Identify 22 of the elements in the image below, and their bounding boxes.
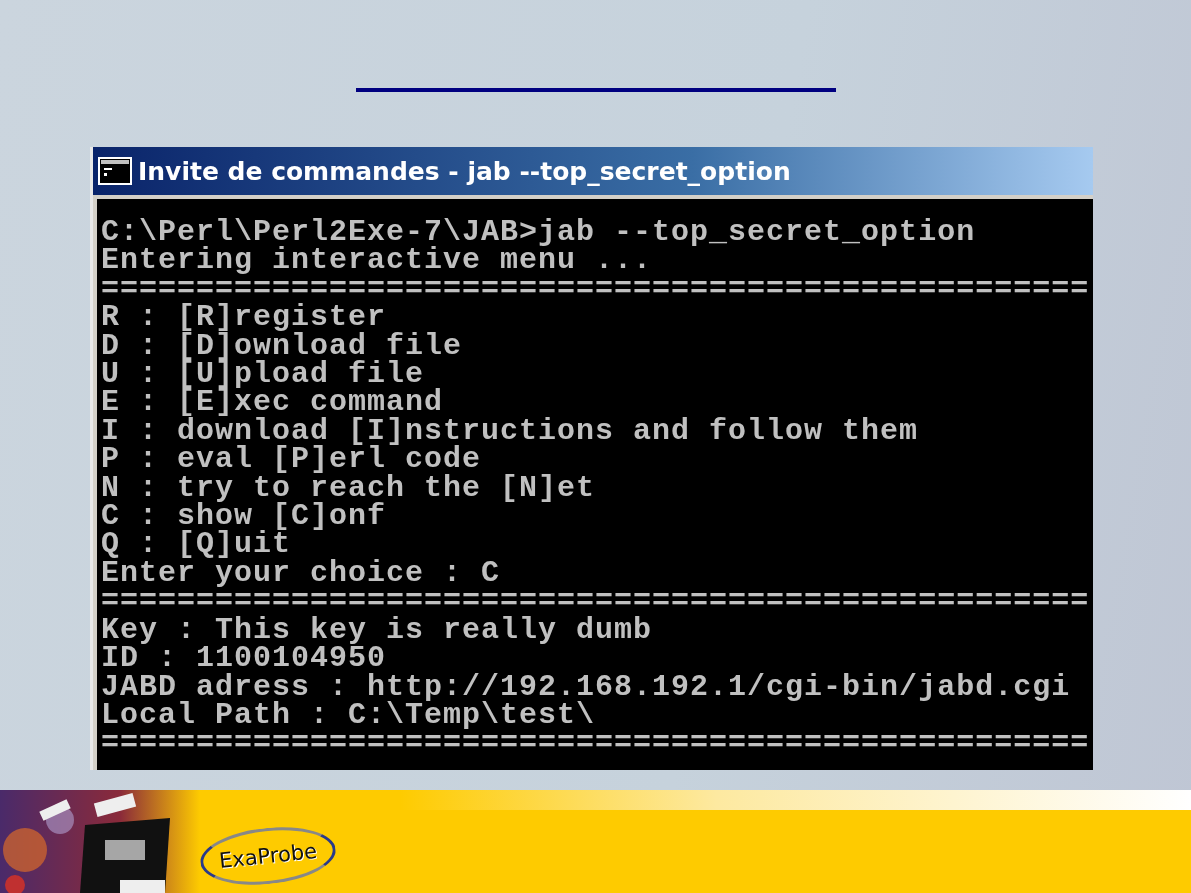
terminal-line: JABD adress : http://192.168.192.1/cgi-bin/jabd.cgi — [101, 672, 1071, 701]
terminal-line: N : try to reach the [N]et — [101, 473, 596, 503]
terminal-line: C : show [C]onf — [101, 502, 387, 531]
terminal-line: I : download [I]nstructions and follow them — [101, 416, 919, 446]
terminal-line: ID : 1100104950 — [101, 644, 387, 673]
terminal-line: ==================================================== — [101, 729, 1090, 758]
terminal-line: Local Path : C:\Temp\test\ — [101, 700, 596, 730]
terminal-line: ==================================================== — [101, 274, 1090, 304]
logo-text: ExaProbe — [217, 838, 319, 874]
terminal-line: C:\Perl\Perl2Exe-7\JAB>jab --top_secret_option — [101, 218, 976, 247]
terminal-line: U : [U]pload file — [101, 360, 425, 389]
terminal-line: Enter your choice : C — [101, 558, 501, 588]
terminal-line: Key : This key is really dumb — [101, 615, 653, 645]
terminal-line: Q : [Q]uit — [101, 530, 292, 559]
terminal-line: ==================================================== — [101, 587, 1090, 616]
terminal-line: D : [D]ownload file — [101, 331, 463, 361]
terminal-line: R : [R]register — [101, 303, 387, 332]
terminal-line: E : [E]xec command — [101, 388, 444, 417]
terminal-line: P : eval [P]erl code — [101, 445, 482, 474]
window-title: Invite de commandes - jab --top_secret_option — [138, 156, 791, 186]
console-icon — [98, 157, 132, 185]
terminal-line: Entering interactive menu ... — [101, 246, 653, 275]
